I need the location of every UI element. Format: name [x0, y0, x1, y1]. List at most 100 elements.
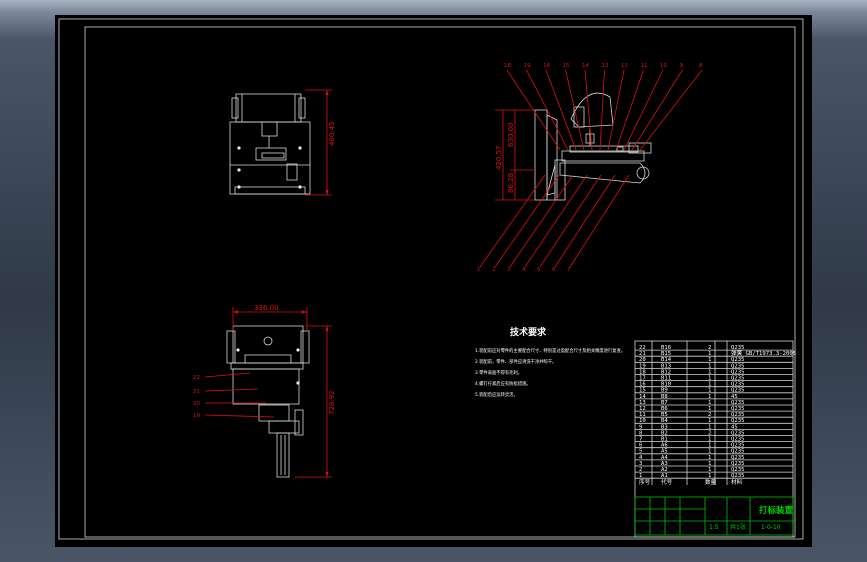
bom-row-qty: 1 — [708, 376, 711, 382]
bom-row-note: Q235 — [731, 418, 744, 424]
bom-row-no: 21 — [639, 351, 646, 357]
bom-row-code: A5 — [661, 449, 668, 455]
bom-row-no: 10 — [639, 418, 646, 424]
bom-row-no: 16 — [639, 382, 646, 388]
bom-header-cell: 代号 — [661, 478, 673, 486]
bom-row-note: Q235 — [731, 412, 744, 418]
side-dimension-a: 420.57 — [495, 146, 503, 171]
notes-title: 技术要求 — [510, 326, 547, 338]
bom-header-cell: 数量 — [705, 478, 717, 486]
top-callout-label: 20 — [193, 401, 200, 407]
outer-frame — [58, 18, 804, 540]
bom-row-code: A2 — [661, 467, 668, 473]
top-callout-label: 21 — [193, 389, 200, 395]
bom-row-note: Q235 — [731, 406, 744, 412]
bom-row-no: 9 — [639, 424, 642, 430]
bom-row-code: B16 — [661, 345, 671, 351]
bom-row-note: Q235 — [731, 455, 744, 461]
bom-row-no: 3 — [639, 461, 642, 467]
bom-row-note: Q235 — [731, 461, 744, 467]
bom-row-note: Q235 — [731, 376, 744, 382]
title-block-code: 1-0-10 — [761, 524, 781, 531]
bom-row-no: 13 — [639, 400, 646, 406]
bom-row-note: 45 — [731, 424, 738, 430]
front-view: 400.45 — [229, 89, 336, 196]
bom-row-code: A6 — [661, 443, 668, 449]
bom-row-qty: 2 — [708, 430, 711, 436]
bom-row-qty: 1 — [708, 424, 711, 430]
bom-row-qty: 1 — [708, 369, 711, 375]
title-block-sheet: 共1张 — [730, 523, 746, 531]
side-callout-label: 6 — [552, 267, 556, 273]
bom-row-no: 20 — [639, 357, 646, 363]
bom-row-note: 弹簧 GB/T1973.3-2005 — [731, 349, 796, 357]
bom-row-qty: 2 — [708, 345, 711, 351]
bom-row-no: 22 — [639, 345, 646, 351]
bom-row-code: B7 — [661, 400, 668, 406]
bom-row-code: B3 — [661, 424, 668, 430]
bom-row-qty: 1 — [708, 473, 711, 479]
bom-row-note: Q235 — [731, 400, 744, 406]
bom-row-qty: 1 — [708, 418, 711, 424]
bom-row-qty: 1 — [708, 357, 711, 363]
cad-model-viewport[interactable]: 400.45 420.57 630.00 86.28 18 19 16 15 14 13 1… — [55, 15, 812, 547]
side-callout-label: 1 — [477, 267, 481, 273]
bom-row-no: 19 — [639, 363, 646, 369]
bom-row-code: B5 — [661, 412, 668, 418]
bom-row-note: Q235 — [731, 382, 744, 388]
note-line: 1.装配前应对零件的主要配合尺寸、特别是过盈配合尺寸及相关精度进行复查。 — [475, 347, 625, 354]
top-callout-label: 19 — [193, 413, 200, 419]
bom-row-no: 18 — [639, 369, 646, 375]
side-callout-label: 13 — [602, 63, 609, 69]
bom-row-qty: 1 — [708, 437, 711, 443]
bom-row-code: A1 — [661, 473, 668, 479]
bom-row-qty: 1 — [708, 363, 711, 369]
bom-row-no: 12 — [639, 406, 646, 412]
bom-row-note: Q235 — [731, 430, 744, 436]
top-callout-label: 22 — [193, 375, 200, 381]
top-view: 336.00 728.92 — [226, 304, 336, 478]
cad-drawing: 400.45 420.57 630.00 86.28 18 19 16 15 14 13 1… — [58, 18, 804, 540]
bom-header-cell: 序号 — [639, 478, 651, 486]
side-dimension-b: 630.00 — [507, 123, 515, 148]
inner-frame — [84, 26, 796, 538]
bom-row-qty: 1 — [708, 400, 711, 406]
bom-row-qty: 1 — [708, 406, 711, 412]
side-callout-label: 15 — [563, 63, 570, 69]
side-callout-label: 9 — [680, 63, 684, 69]
bom-row-qty: 1 — [708, 455, 711, 461]
side-callout-label: 4 — [522, 267, 526, 273]
bom-row-note: Q235 — [731, 443, 744, 449]
side-callout-label: 5 — [537, 267, 541, 273]
bom-row-qty: 2 — [708, 412, 711, 418]
title-block: 打标装置 1-0-10 1:5 共1张 — [634, 496, 795, 536]
bom-row-no: 17 — [639, 376, 646, 382]
bom-row-note: Q235 — [731, 369, 744, 375]
bom-row-no: 7 — [639, 437, 642, 443]
bom-row-qty: 1 — [708, 449, 711, 455]
bom-row-qty: 1 — [708, 467, 711, 473]
side-callout-label: 8 — [699, 63, 703, 69]
bom-row-code: B9 — [661, 388, 668, 394]
bom-header-cell: 材料 — [731, 478, 743, 486]
bom-row-qty: 1 — [708, 382, 711, 388]
bom-row-qty: 1 — [708, 394, 711, 400]
bom-row-note: Q235 — [731, 437, 744, 443]
bom-row-code: A4 — [661, 455, 668, 461]
technical-notes: 技术要求 1.装配前应对零件的主要配合尺寸、特别是过盈配合尺寸及相关精度进行复查… — [475, 326, 625, 398]
bom-row-code: A3 — [661, 461, 668, 467]
side-callout-label: 2 — [492, 267, 496, 273]
bom-row-code: B13 — [661, 363, 671, 369]
bom-row-note: Q235 — [731, 473, 744, 479]
bom-row-code: B2 — [661, 430, 668, 436]
bom-row-code: B10 — [661, 382, 671, 388]
side-callout-label: 16 — [543, 63, 550, 69]
bom-row-code: B15 — [661, 351, 671, 357]
note-line: 4.螺钉拧紧后应有防松措施。 — [475, 380, 531, 387]
bom-row-note: Q235 — [731, 467, 744, 473]
front-height-dimension: 400.45 — [328, 122, 336, 147]
bom-row-code: B4 — [661, 418, 668, 424]
bom-row-qty: 1 — [708, 388, 711, 394]
bom-row-no: 1 — [639, 473, 642, 479]
bom-row-code: B11 — [661, 376, 671, 382]
